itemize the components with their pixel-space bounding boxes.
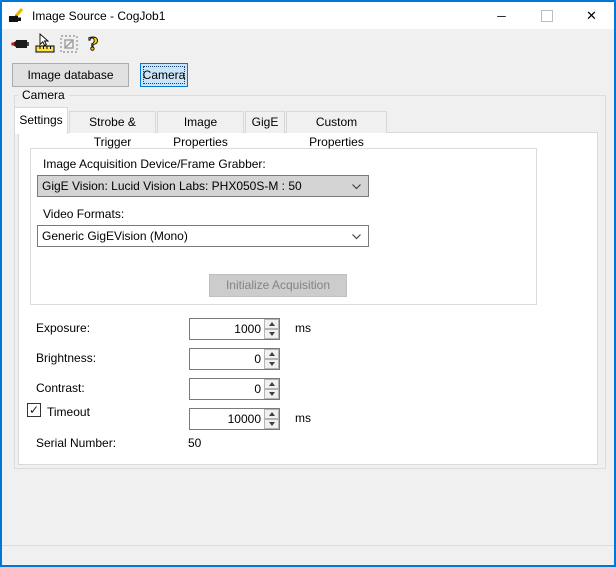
acquisition-device-frame: Image Acquisition Device/Frame Grabber: … bbox=[30, 148, 537, 305]
close-button[interactable]: ✕ bbox=[569, 2, 614, 29]
up-arrow-icon bbox=[268, 322, 275, 326]
exposure-input[interactable]: 1000 bbox=[190, 319, 264, 339]
video-formats-combobox-value: Generic GigEVision (Mono) bbox=[42, 229, 188, 243]
image-region-icon-disabled bbox=[57, 32, 81, 56]
spin-down-button[interactable] bbox=[264, 359, 279, 369]
chevron-down-icon bbox=[352, 184, 361, 190]
image-source-window: Image Source - CogJob1 ─ ✕ ? Image datab… bbox=[0, 0, 616, 567]
exposure-unit-label: ms bbox=[295, 321, 311, 335]
up-arrow-icon bbox=[268, 382, 275, 386]
exposure-spin-buttons bbox=[264, 319, 279, 339]
up-arrow-icon bbox=[268, 412, 275, 416]
camera-groupbox-label: Camera bbox=[18, 88, 69, 102]
spin-up-button[interactable] bbox=[264, 409, 279, 419]
down-arrow-icon bbox=[268, 422, 275, 426]
brightness-spinner[interactable]: 0 bbox=[189, 348, 280, 370]
down-arrow-icon bbox=[268, 392, 275, 396]
timeout-input[interactable]: 10000 bbox=[190, 409, 264, 429]
contrast-input[interactable]: 0 bbox=[190, 379, 264, 399]
svg-text:?: ? bbox=[88, 34, 99, 55]
exposure-label: Exposure: bbox=[36, 321, 91, 335]
camera-button-label: Camera bbox=[142, 68, 186, 82]
maximize-icon bbox=[540, 9, 553, 22]
serial-number-label: Serial Number: bbox=[36, 436, 117, 450]
timeout-spin-buttons bbox=[264, 409, 279, 429]
camera-button[interactable]: Camera bbox=[140, 63, 188, 87]
setup-cursor-ruler-icon[interactable] bbox=[33, 32, 57, 56]
help-question-icon[interactable]: ? bbox=[81, 32, 105, 56]
tab-settings[interactable]: Settings bbox=[14, 107, 68, 134]
contrast-spinner[interactable]: 0 bbox=[189, 378, 280, 400]
tab-custom-properties[interactable]: Custom Properties bbox=[286, 111, 387, 149]
tab-image-properties[interactable]: Image Properties bbox=[157, 111, 244, 149]
spin-down-button[interactable] bbox=[264, 389, 279, 399]
device-combobox-value: GigE Vision: Lucid Vision Labs: PHX050S-… bbox=[42, 179, 302, 193]
brightness-label: Brightness: bbox=[36, 351, 97, 365]
timeout-unit-label: ms bbox=[295, 411, 311, 425]
timeout-spinner[interactable]: 10000 bbox=[189, 408, 280, 430]
window-controls: ─ ✕ bbox=[479, 2, 614, 29]
device-label: Image Acquisition Device/Frame Grabber: bbox=[43, 157, 266, 171]
exposure-spinner[interactable]: 1000 bbox=[189, 318, 280, 340]
chevron-down-icon bbox=[352, 234, 361, 240]
device-combobox[interactable]: GigE Vision: Lucid Vision Labs: PHX050S-… bbox=[37, 175, 369, 197]
window-title: Image Source - CogJob1 bbox=[32, 8, 166, 23]
spin-down-button[interactable] bbox=[264, 419, 279, 429]
up-arrow-icon bbox=[268, 352, 275, 356]
contrast-label: Contrast: bbox=[36, 381, 85, 395]
spin-up-button[interactable] bbox=[264, 379, 279, 389]
timeout-label: Timeout bbox=[47, 405, 90, 419]
app-icon bbox=[8, 7, 25, 24]
brightness-input[interactable]: 0 bbox=[190, 349, 264, 369]
tab-strobe-trigger[interactable]: Strobe & Trigger bbox=[69, 111, 156, 149]
spin-up-button[interactable] bbox=[264, 349, 279, 359]
initialize-acquisition-button[interactable]: Initialize Acquisition bbox=[209, 274, 347, 297]
brightness-spin-buttons bbox=[264, 349, 279, 369]
down-arrow-icon bbox=[268, 332, 275, 336]
video-formats-combobox[interactable]: Generic GigEVision (Mono) bbox=[37, 225, 369, 247]
tab-gige[interactable]: GigE bbox=[245, 111, 285, 133]
maximize-button[interactable] bbox=[524, 2, 569, 29]
titlebar: Image Source - CogJob1 ─ ✕ bbox=[2, 2, 614, 29]
timeout-checkbox[interactable]: ✓ bbox=[27, 403, 41, 417]
down-arrow-icon bbox=[268, 362, 275, 366]
image-database-button[interactable]: Image database bbox=[12, 63, 129, 87]
video-formats-label: Video Formats: bbox=[43, 207, 125, 221]
minimize-button[interactable]: ─ bbox=[479, 2, 524, 29]
settings-tabpage: Image Acquisition Device/Frame Grabber: … bbox=[18, 132, 598, 465]
live-camera-icon[interactable] bbox=[8, 32, 32, 56]
spin-up-button[interactable] bbox=[264, 319, 279, 329]
contrast-spin-buttons bbox=[264, 379, 279, 399]
serial-number-value: 50 bbox=[188, 436, 202, 450]
bottom-divider bbox=[2, 545, 614, 546]
spin-down-button[interactable] bbox=[264, 329, 279, 339]
checkmark-icon: ✓ bbox=[28, 403, 40, 417]
